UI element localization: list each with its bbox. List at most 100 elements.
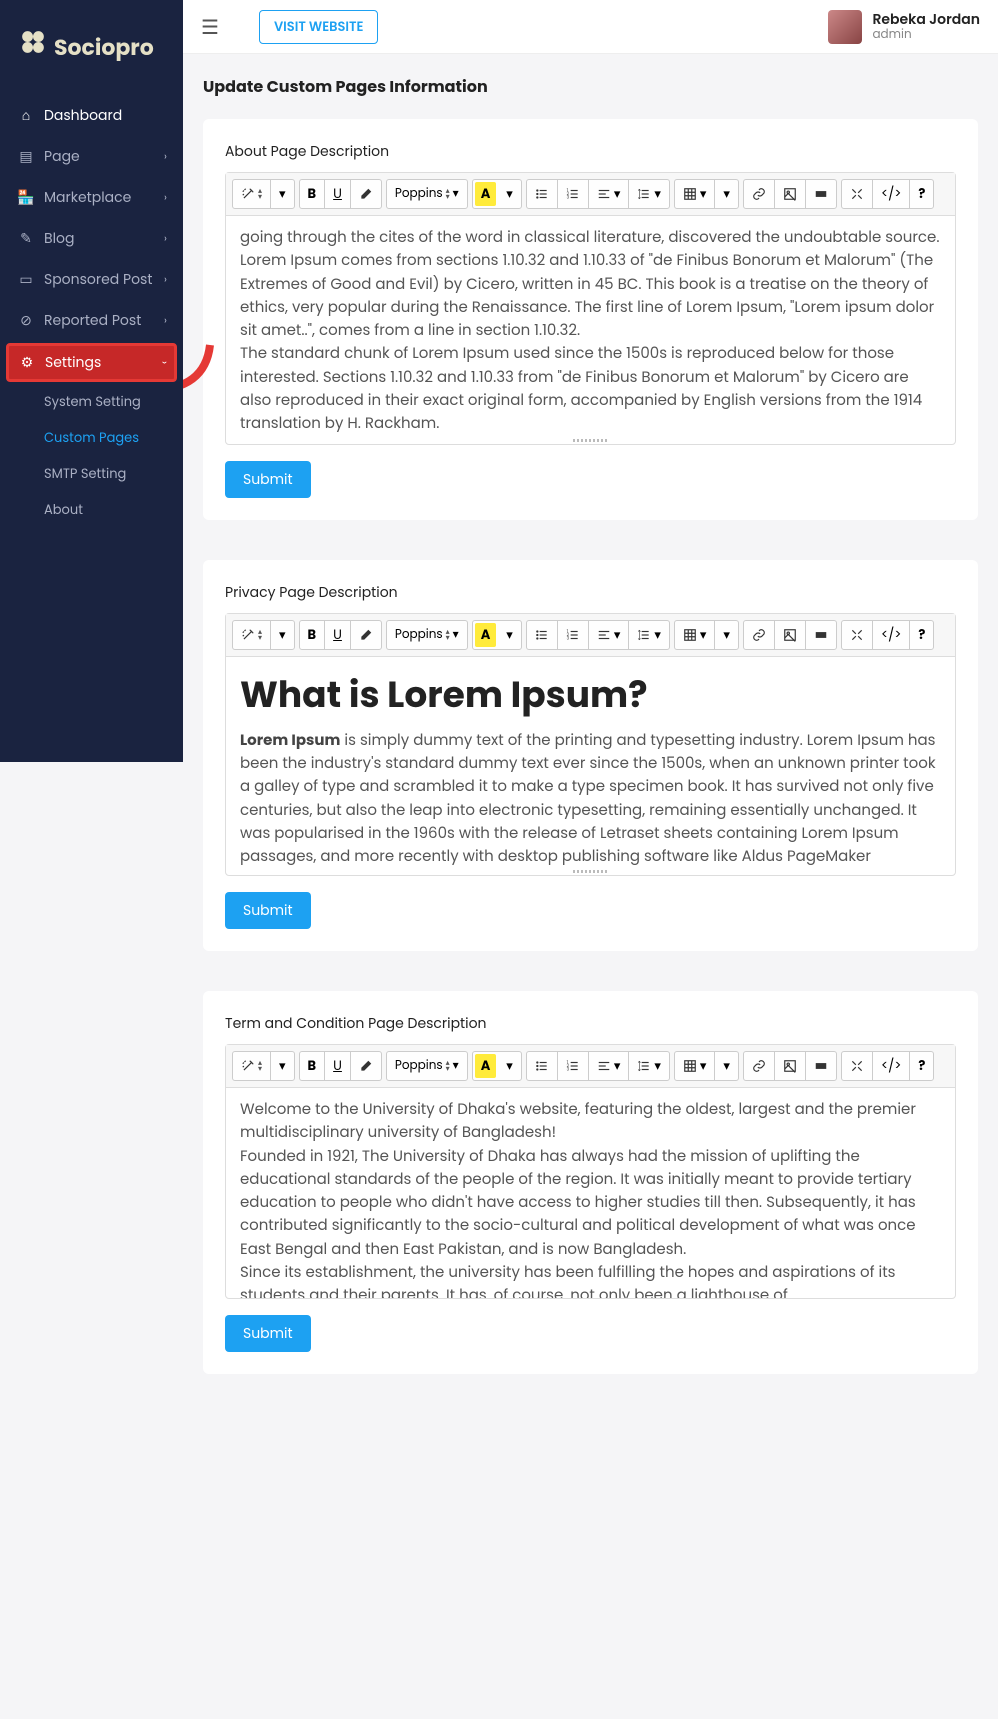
help-button[interactable]: ? [910, 1052, 933, 1080]
font-family-button[interactable]: Poppins ▴▾ ▾ [387, 180, 467, 208]
terms-editor-body[interactable]: Welcome to the University of Dhaka's web… [226, 1088, 955, 1298]
caret2-button[interactable]: ▾ [715, 621, 738, 649]
link-button[interactable] [744, 180, 775, 208]
ol-button[interactable]: 123 [558, 1052, 589, 1080]
bold-button[interactable]: B [300, 1052, 326, 1080]
video-button[interactable] [806, 621, 836, 649]
align-button[interactable]: ▾ [589, 621, 630, 649]
resize-handle[interactable] [226, 436, 955, 444]
nav-blog[interactable]: ✎ Blog › [0, 218, 183, 259]
underline-button[interactable]: U [325, 621, 351, 649]
video-button[interactable] [806, 1052, 836, 1080]
underline-button[interactable]: U [325, 180, 351, 208]
fullscreen-button[interactable] [842, 621, 873, 649]
about-submit-button[interactable]: Submit [225, 461, 311, 498]
ol-button[interactable]: 123 [558, 621, 589, 649]
font-color-button[interactable]: A [475, 182, 497, 206]
store-icon: 🏪 [18, 187, 34, 208]
bold-button[interactable]: B [300, 180, 326, 208]
terms-submit-button[interactable]: Submit [225, 1315, 311, 1352]
font-color-caret[interactable]: ▾ [498, 1052, 521, 1080]
image-button[interactable] [775, 621, 806, 649]
resize-handle[interactable] [226, 867, 955, 875]
sub-about[interactable]: About [0, 492, 183, 528]
image-button[interactable] [775, 180, 806, 208]
style-magic-button[interactable]: ▴▾ [233, 621, 271, 649]
sub-smtp-setting[interactable]: SMTP Setting [0, 456, 183, 492]
chevron-right-icon: › [164, 271, 167, 288]
page-icon: ▤ [18, 146, 34, 167]
lineheight-button[interactable]: ▾ [629, 1052, 669, 1080]
content: Update Custom Pages Information About Pa… [183, 54, 998, 1434]
visit-website-button[interactable]: VISIT WEBSITE [259, 10, 379, 44]
editor-toolbar: ▴▾▾ BU Poppins ▴▾ ▾ A▾ 123 ▾ ▾ ▾▾ </>? [226, 1045, 955, 1088]
table-button[interactable]: ▾ [675, 621, 716, 649]
font-family-button[interactable]: Poppins ▴▾ ▾ [387, 1052, 467, 1080]
sub-system-setting[interactable]: System Setting [0, 384, 183, 420]
link-button[interactable] [744, 1052, 775, 1080]
svg-text:3: 3 [566, 196, 569, 201]
logo[interactable]: Sociopro [0, 0, 183, 95]
font-color-button[interactable]: A [475, 623, 497, 647]
codeview-button[interactable]: </> [873, 1052, 910, 1080]
ad-icon: ▭ [18, 269, 34, 290]
nav-sponsored[interactable]: ▭ Sponsored Post › [0, 259, 183, 300]
link-button[interactable] [744, 621, 775, 649]
lineheight-button[interactable]: ▾ [629, 180, 669, 208]
privacy-card: Privacy Page Description ▴▾▾ BU Poppins … [203, 560, 978, 951]
font-color-caret[interactable]: ▾ [498, 180, 521, 208]
table-button[interactable]: ▾ [675, 1052, 716, 1080]
fullscreen-button[interactable] [842, 180, 873, 208]
help-button[interactable]: ? [910, 621, 933, 649]
nav-page[interactable]: ▤ Page › [0, 136, 183, 177]
ul-button[interactable] [527, 180, 558, 208]
bold-button[interactable]: B [300, 621, 326, 649]
font-color-caret[interactable]: ▾ [498, 621, 521, 649]
eraser-button[interactable] [351, 621, 381, 649]
table-button[interactable]: ▾ [675, 180, 716, 208]
help-button[interactable]: ? [910, 180, 933, 208]
font-color-button[interactable]: A [475, 1054, 497, 1078]
lineheight-button[interactable]: ▾ [629, 621, 669, 649]
underline-button[interactable]: U [325, 1052, 351, 1080]
style-magic-button[interactable]: ▴▾ [233, 1052, 271, 1080]
image-button[interactable] [775, 1052, 806, 1080]
video-button[interactable] [806, 180, 836, 208]
align-button[interactable]: ▾ [589, 180, 630, 208]
align-button[interactable]: ▾ [589, 1052, 630, 1080]
home-icon: ⌂ [18, 105, 34, 126]
codeview-button[interactable]: </> [873, 621, 910, 649]
fullscreen-button[interactable] [842, 1052, 873, 1080]
ul-button[interactable] [527, 621, 558, 649]
nav-marketplace[interactable]: 🏪 Marketplace › [0, 177, 183, 218]
chevron-right-icon: › [164, 148, 167, 165]
about-editor-body[interactable]: going through the cites of the word in c… [226, 216, 955, 436]
svg-text:3: 3 [566, 1068, 569, 1073]
style-magic-button[interactable]: ▴▾ [233, 180, 271, 208]
avatar [828, 10, 862, 44]
about-card: About Page Description ▴▾▾ BU Poppins ▴▾… [203, 119, 978, 520]
font-family-button[interactable]: Poppins ▴▾ ▾ [387, 621, 467, 649]
privacy-editor-body[interactable]: What is Lorem Ipsum? Lorem Ipsum is simp… [226, 657, 955, 867]
about-editor: ▴▾▾ BU Poppins ▴▾ ▾ A▾ 123 ▾ ▾ ▾▾ </>? g… [225, 172, 956, 445]
ol-button[interactable]: 123 [558, 180, 589, 208]
caret-button[interactable]: ▾ [271, 1052, 294, 1080]
ul-button[interactable] [527, 1052, 558, 1080]
nav-label: Dashboard [44, 105, 122, 126]
codeview-button[interactable]: </> [873, 180, 910, 208]
caret-button[interactable]: ▾ [271, 621, 294, 649]
caret-button[interactable]: ▾ [271, 180, 294, 208]
hamburger-icon[interactable]: ☰ [201, 12, 219, 42]
about-label: About Page Description [225, 141, 956, 162]
terms-label: Term and Condition Page Description [225, 1013, 956, 1034]
nav-dashboard[interactable]: ⌂ Dashboard [0, 95, 183, 136]
nav-reported[interactable]: ⊘ Reported Post › [0, 300, 183, 341]
caret2-button[interactable]: ▾ [715, 1052, 738, 1080]
nav-settings[interactable]: ⚙ Settings › [6, 343, 177, 382]
caret2-button[interactable]: ▾ [715, 180, 738, 208]
eraser-button[interactable] [351, 180, 381, 208]
privacy-submit-button[interactable]: Submit [225, 892, 311, 929]
eraser-button[interactable] [351, 1052, 381, 1080]
user-menu[interactable]: Rebeka Jordan admin [828, 10, 980, 44]
sub-custom-pages[interactable]: Custom Pages [0, 420, 183, 456]
